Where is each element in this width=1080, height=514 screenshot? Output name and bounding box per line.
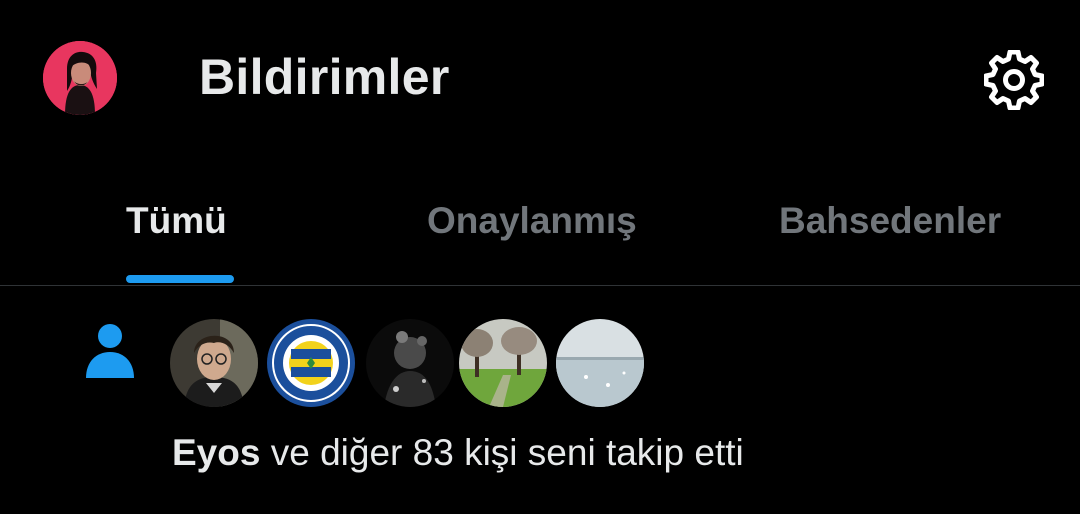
header: Bildirimler [0, 0, 1080, 160]
tab-verified[interactable]: Onaylanmış [427, 200, 637, 242]
notification-message: ve diğer 83 kişi seni takip etti [260, 432, 744, 473]
avatar-dark-photo-icon [366, 319, 454, 407]
follower-avatar-3[interactable] [366, 319, 454, 407]
follower-name[interactable]: Eyos [172, 432, 260, 473]
tab-mentions[interactable]: Bahsedenler [779, 200, 1001, 242]
follower-avatar-4[interactable] [459, 319, 547, 407]
notification-text: Eyos ve diğer 83 kişi seni takip etti [172, 432, 744, 474]
divider [0, 285, 1080, 286]
follower-avatar-1[interactable] [170, 319, 258, 407]
active-tab-indicator [126, 275, 234, 283]
avatar-portrait-icon [170, 319, 258, 407]
tab-bar: Tümü Onaylanmış Bahsedenler [0, 180, 1080, 286]
page-title: Bildirimler [199, 49, 450, 105]
person-icon [86, 324, 134, 378]
tab-all[interactable]: Tümü [126, 200, 227, 242]
user-avatar-icon [43, 41, 117, 115]
gear-icon [983, 49, 1045, 111]
notifications-screen: Bildirimler Tümü Onaylanmış Bahsedenler [0, 0, 1080, 514]
follower-avatar-5[interactable] [556, 319, 644, 407]
avatar-seascape-icon [556, 319, 644, 407]
profile-avatar[interactable] [43, 41, 117, 115]
settings-button[interactable] [983, 49, 1045, 111]
follower-avatars [170, 319, 650, 409]
avatar-park-icon [459, 319, 547, 407]
follow-notification[interactable]: Eyos ve diğer 83 kişi seni takip etti [0, 287, 1080, 514]
follower-avatar-2[interactable] [267, 319, 355, 407]
avatar-fenerbahce-logo-icon [267, 319, 355, 407]
